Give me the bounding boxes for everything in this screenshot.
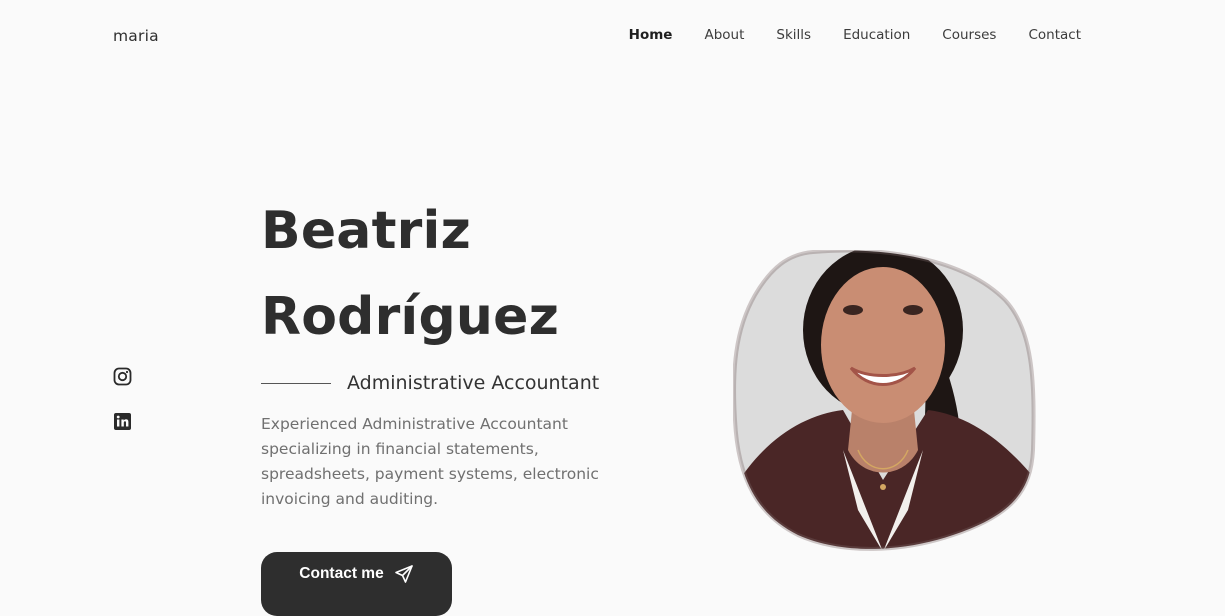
nav-courses[interactable]: Courses xyxy=(942,27,996,43)
site-header: maria Home About Skills Education Course… xyxy=(0,0,1225,72)
main-nav: Home About Skills Education Courses Cont… xyxy=(629,27,1081,43)
nav-education[interactable]: Education xyxy=(843,27,910,43)
site-logo[interactable]: maria xyxy=(113,27,159,45)
linkedin-icon[interactable] xyxy=(113,412,132,431)
hero-first-name: Beatriz xyxy=(261,201,471,261)
nav-contact[interactable]: Contact xyxy=(1028,27,1081,43)
hero-description: Experienced Administrative Accountant sp… xyxy=(261,415,599,508)
contact-me-label: Contact me xyxy=(299,565,384,582)
hero-text: Beatriz Rodríguez Administrative Account… xyxy=(261,188,661,512)
subtitle-divider xyxy=(261,382,331,384)
contact-me-button[interactable]: Contact me xyxy=(261,552,452,616)
send-icon xyxy=(394,564,414,584)
hero-last-name: Rodríguez xyxy=(261,287,560,347)
social-links xyxy=(113,367,132,431)
hero-subtitle: Administrative Accountant xyxy=(347,372,600,394)
nav-about[interactable]: About xyxy=(704,27,744,43)
profile-portrait xyxy=(732,248,1036,552)
nav-skills[interactable]: Skills xyxy=(776,27,811,43)
subtitle-row: Administrative Accountant xyxy=(261,372,661,394)
nav-home[interactable]: Home xyxy=(629,27,673,43)
instagram-icon[interactable] xyxy=(113,367,132,386)
hero-name: Beatriz Rodríguez xyxy=(261,188,661,360)
